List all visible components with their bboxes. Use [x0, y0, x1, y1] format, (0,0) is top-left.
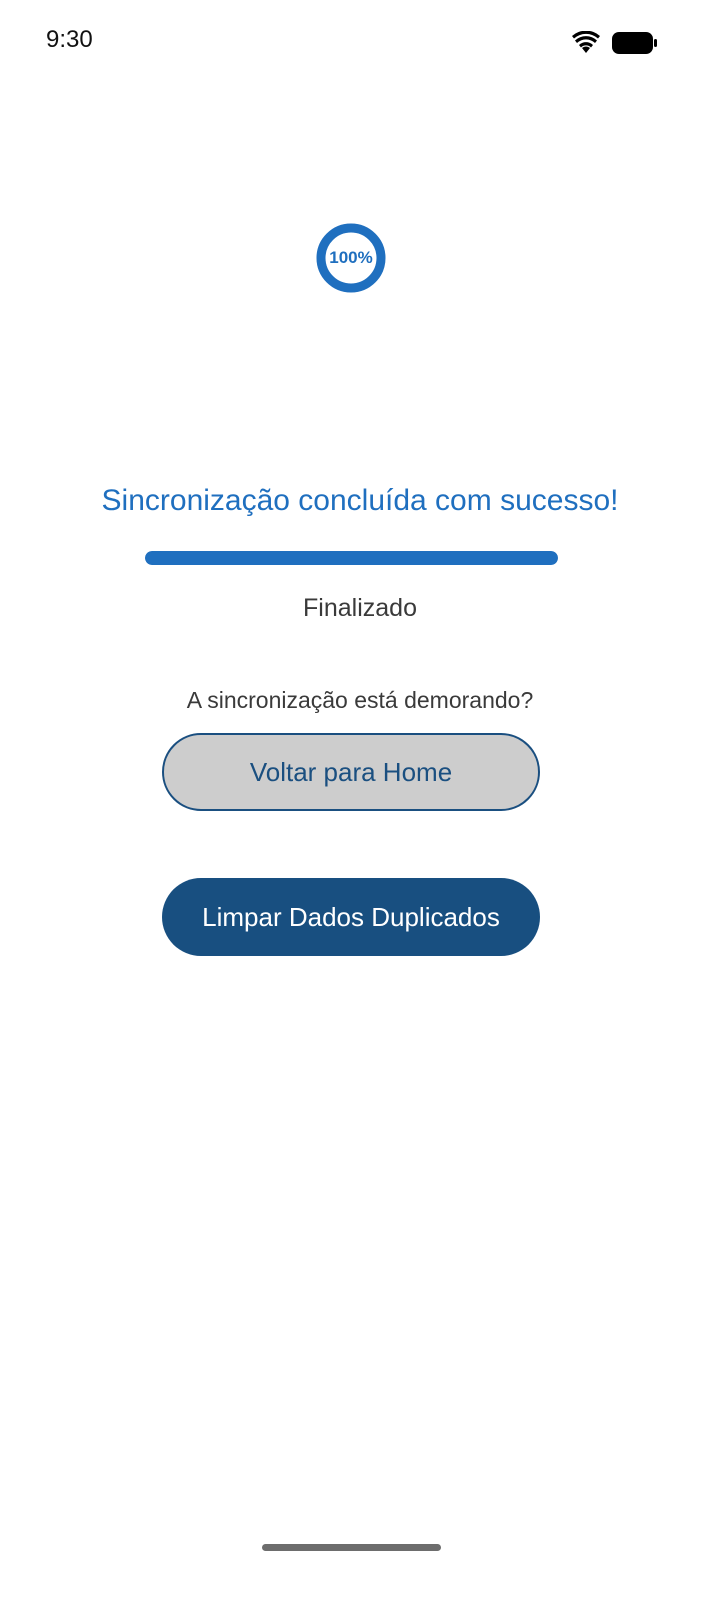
- wifi-icon: [572, 31, 600, 55]
- linear-progress-fill: [145, 551, 558, 565]
- back-to-home-button[interactable]: Voltar para Home: [162, 733, 540, 811]
- sync-success-title: Sincronização concluída com sucesso!: [101, 484, 619, 517]
- status-time: 9:30: [46, 26, 93, 53]
- progress-percent-label: 100%: [329, 248, 373, 267]
- clean-duplicates-button[interactable]: Limpar Dados Duplicados: [162, 878, 540, 956]
- home-indicator: [262, 1544, 441, 1551]
- status-bar: 9:30: [0, 0, 720, 86]
- status-icons: [572, 30, 658, 56]
- circular-progress: 100%: [316, 223, 386, 293]
- sync-delay-question: A sincronização está demorando?: [186, 687, 534, 713]
- linear-progress-bar: [145, 551, 558, 565]
- sync-status-label: Finalizado: [303, 594, 417, 622]
- battery-icon: [612, 31, 658, 55]
